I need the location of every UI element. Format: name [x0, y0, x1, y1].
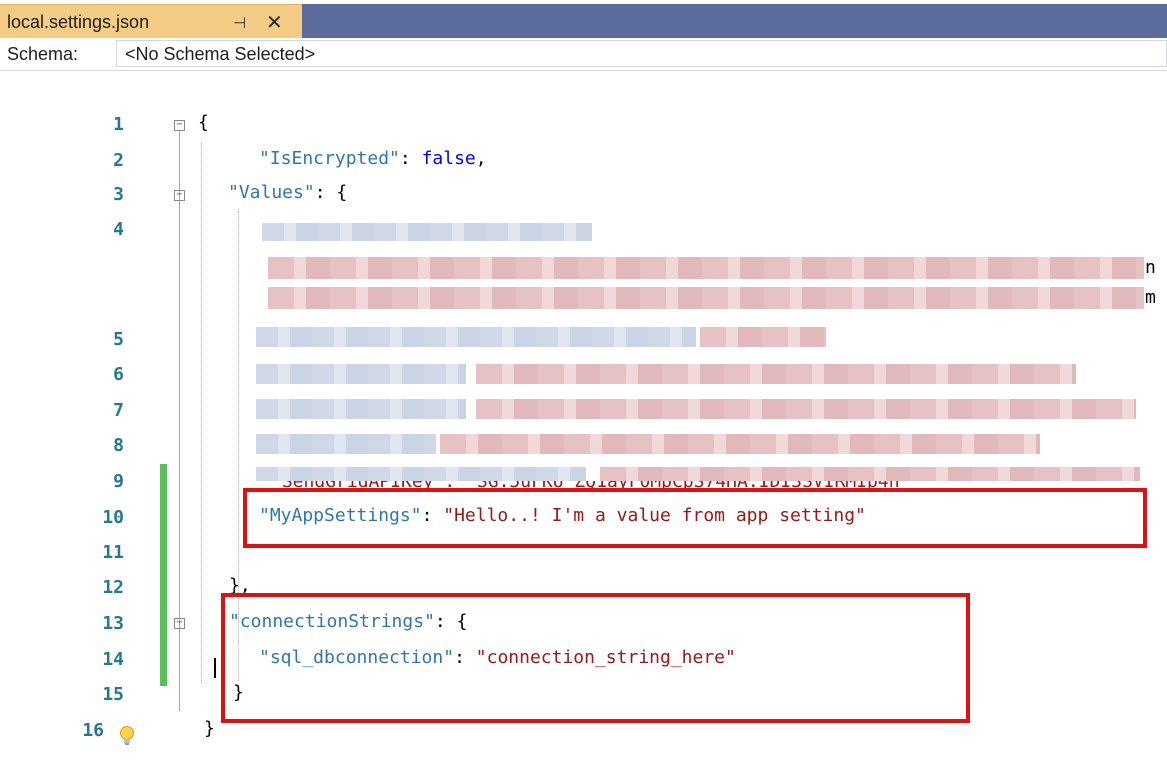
schema-label: Schema: — [7, 44, 79, 64]
redacted-key — [262, 223, 592, 241]
line-number: 13 — [102, 613, 124, 634]
highlight-box-connectionstrings — [221, 593, 970, 723]
line-number: 8 — [113, 435, 124, 456]
lightbulb-icon[interactable] — [117, 725, 137, 747]
redacted-value — [268, 287, 1144, 309]
line-number: 9 — [113, 471, 124, 492]
close-icon[interactable]: ✕ — [266, 10, 283, 34]
code-editor[interactable]: 1 2 3 4 5 6 7 8 9 10 11 12 13 14 15 16 −… — [0, 71, 1167, 768]
json-key: "IsEncrypted" — [259, 148, 400, 169]
fold-toggle[interactable]: − — [174, 190, 185, 201]
fold-toggle[interactable]: − — [174, 618, 185, 629]
json-key: "Values" — [228, 182, 315, 203]
code-line-16: } — [204, 718, 215, 739]
redacted-value — [440, 434, 1040, 454]
line-number: 5 — [113, 329, 124, 350]
closing-brace: } — [204, 718, 215, 739]
schema-bar: Schema: <No Schema Selected> — [0, 38, 1167, 71]
line-number: 1 — [113, 114, 124, 135]
colon-brace: : { — [314, 182, 348, 203]
document-tab-bar: local.settings.json ⊣ ✕ — [0, 0, 1167, 38]
redacted-key — [256, 327, 696, 347]
comma: , — [475, 148, 487, 169]
redacted-key — [256, 399, 466, 419]
code-line-1: { — [198, 112, 209, 133]
redacted-key — [256, 467, 586, 481]
redacted-key — [256, 364, 466, 384]
line-number: 4 — [113, 219, 124, 240]
tab-local-settings[interactable]: local.settings.json ⊣ ✕ — [0, 4, 302, 38]
schema-dropdown[interactable]: <No Schema Selected> — [116, 40, 1167, 67]
code-line-3: "Values": { — [228, 182, 347, 203]
code-line-2: "IsEncrypted": false, — [259, 148, 487, 169]
colon: : — [399, 148, 422, 169]
line-number: 3 — [113, 184, 124, 205]
overflow-char: n — [1145, 257, 1156, 278]
redacted-value — [268, 257, 1144, 279]
line-number: 6 — [113, 364, 124, 385]
line-number: 16 — [82, 720, 104, 741]
indent-guide — [201, 143, 202, 683]
fold-toggle[interactable]: − — [174, 120, 185, 131]
schema-value: <No Schema Selected> — [125, 44, 316, 64]
line-number: 10 — [102, 507, 124, 528]
line-number: 12 — [102, 577, 124, 598]
redacted-value — [700, 327, 826, 347]
redacted-value — [600, 467, 1140, 481]
brace: { — [198, 112, 209, 133]
line-number: 7 — [113, 400, 124, 421]
line-number: 15 — [102, 684, 124, 705]
redacted-value — [476, 364, 1076, 384]
text-caret — [214, 658, 216, 678]
highlight-box-appsettings — [243, 488, 1147, 548]
change-indicator — [160, 464, 167, 686]
tab-title: local.settings.json — [7, 12, 150, 32]
redacted-key — [256, 434, 436, 454]
redacted-value — [476, 399, 1136, 419]
json-value: false — [421, 148, 476, 169]
line-number: 14 — [102, 649, 124, 670]
line-number: 2 — [113, 150, 124, 171]
pin-icon[interactable]: ⊣ — [233, 14, 246, 32]
tab-bar-background — [302, 4, 1167, 38]
overflow-char: m — [1145, 287, 1156, 308]
line-number: 11 — [102, 542, 124, 563]
